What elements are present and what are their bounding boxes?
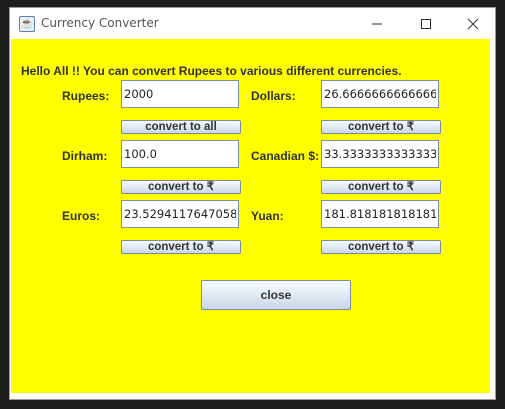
dirham-label: Dirham: bbox=[62, 149, 108, 163]
converter-panel: Hello All !! You can convert Rupees to v… bbox=[11, 39, 490, 393]
canadian-label: Canadian $: bbox=[251, 149, 320, 163]
window-title: Currency Converter bbox=[41, 16, 159, 30]
euros-label: Euros: bbox=[62, 209, 101, 223]
yuan-convert-button[interactable]: convert to ₹ bbox=[321, 240, 441, 254]
euros-convert-button[interactable]: convert to ₹ bbox=[121, 240, 241, 254]
rupees-input[interactable] bbox=[121, 80, 239, 108]
dirham-input[interactable] bbox=[121, 140, 239, 168]
minimize-icon bbox=[372, 23, 382, 24]
dollars-label: Dollars: bbox=[251, 89, 296, 103]
euros-input[interactable] bbox=[121, 200, 239, 228]
close-button[interactable]: close bbox=[201, 280, 351, 310]
rupees-label: Rupees: bbox=[62, 89, 110, 103]
canadian-convert-button[interactable]: convert to ₹ bbox=[321, 180, 441, 194]
dollars-input[interactable] bbox=[321, 80, 439, 108]
java-icon: ☕ bbox=[19, 16, 35, 32]
close-window-button[interactable] bbox=[450, 8, 496, 39]
yuan-label: Yuan: bbox=[251, 209, 284, 223]
dirham-convert-button[interactable]: convert to ₹ bbox=[121, 180, 241, 194]
dollars-convert-button[interactable]: convert to ₹ bbox=[321, 120, 441, 134]
convert-to-all-button[interactable]: convert to all bbox=[121, 120, 241, 134]
title-bar[interactable]: ☕ Currency Converter bbox=[10, 8, 495, 39]
maximize-icon bbox=[421, 18, 431, 29]
minimize-button[interactable] bbox=[354, 8, 400, 39]
close-icon bbox=[467, 18, 479, 29]
greeting-text: Hello All !! You can convert Rupees to v… bbox=[21, 64, 402, 78]
maximize-button[interactable] bbox=[403, 8, 449, 39]
app-window: ☕ Currency Converter Hello All !! You ca… bbox=[9, 7, 496, 400]
yuan-input[interactable] bbox=[321, 200, 439, 228]
canadian-input[interactable] bbox=[321, 140, 439, 168]
